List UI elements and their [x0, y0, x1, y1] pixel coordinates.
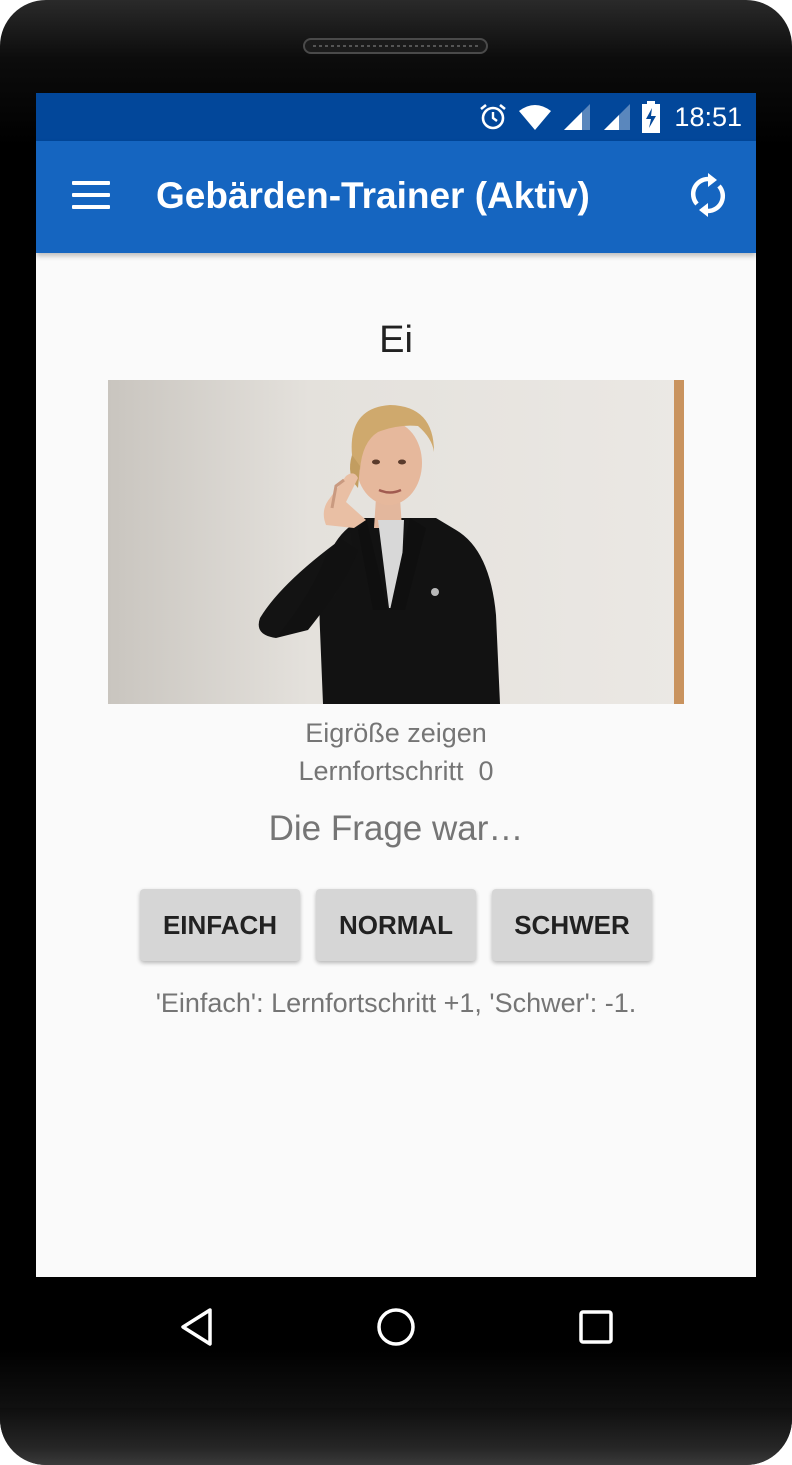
back-icon[interactable]	[174, 1305, 218, 1349]
question-text: Die Frage war…	[268, 809, 524, 848]
phone-chin	[0, 1408, 792, 1465]
status-bar: 18:51	[36, 93, 756, 141]
phone-frame: 18:51 Gebärden-Trainer (Aktiv) Ei Eigröß…	[0, 0, 792, 1465]
sync-icon[interactable]	[688, 173, 728, 217]
progress-value: 0	[478, 756, 494, 786]
signal-icon	[564, 104, 591, 130]
scoring-hint: 'Einfach': Lernfortschritt +1, 'Schwer':…	[155, 988, 637, 1018]
card-meaning: Eigröße zeigen	[305, 718, 487, 748]
phone-speaker	[303, 38, 488, 54]
alarm-icon	[480, 103, 507, 130]
app-bar: Gebärden-Trainer (Aktiv)	[36, 141, 756, 253]
card-word: Ei	[379, 319, 413, 361]
app-title: Gebärden-Trainer (Aktiv)	[156, 175, 590, 216]
signal-icon	[604, 104, 631, 130]
hard-button[interactable]: SCHWER	[492, 889, 652, 961]
hamburger-menu-icon[interactable]	[72, 181, 110, 209]
battery-charging-icon	[642, 101, 661, 133]
learning-progress: Lernfortschritt 0	[36, 756, 756, 787]
status-time: 18:51	[674, 101, 742, 132]
progress-label: Lernfortschritt	[298, 756, 464, 786]
home-icon[interactable]	[374, 1305, 418, 1349]
sign-video[interactable]	[108, 380, 684, 704]
recents-icon[interactable]	[574, 1305, 618, 1349]
normal-button[interactable]: NORMAL	[316, 889, 476, 961]
difficulty-buttons: EINFACH NORMAL SCHWER	[140, 889, 652, 961]
screen: 18:51 Gebärden-Trainer (Aktiv) Ei Eigröß…	[36, 93, 756, 1277]
wifi-icon	[519, 105, 552, 130]
navigation-bar	[0, 1277, 792, 1377]
easy-button[interactable]: EINFACH	[140, 889, 300, 961]
flashcard: Ei Eigröße zeigen Lernfortschritt 0 Die …	[36, 253, 756, 1277]
